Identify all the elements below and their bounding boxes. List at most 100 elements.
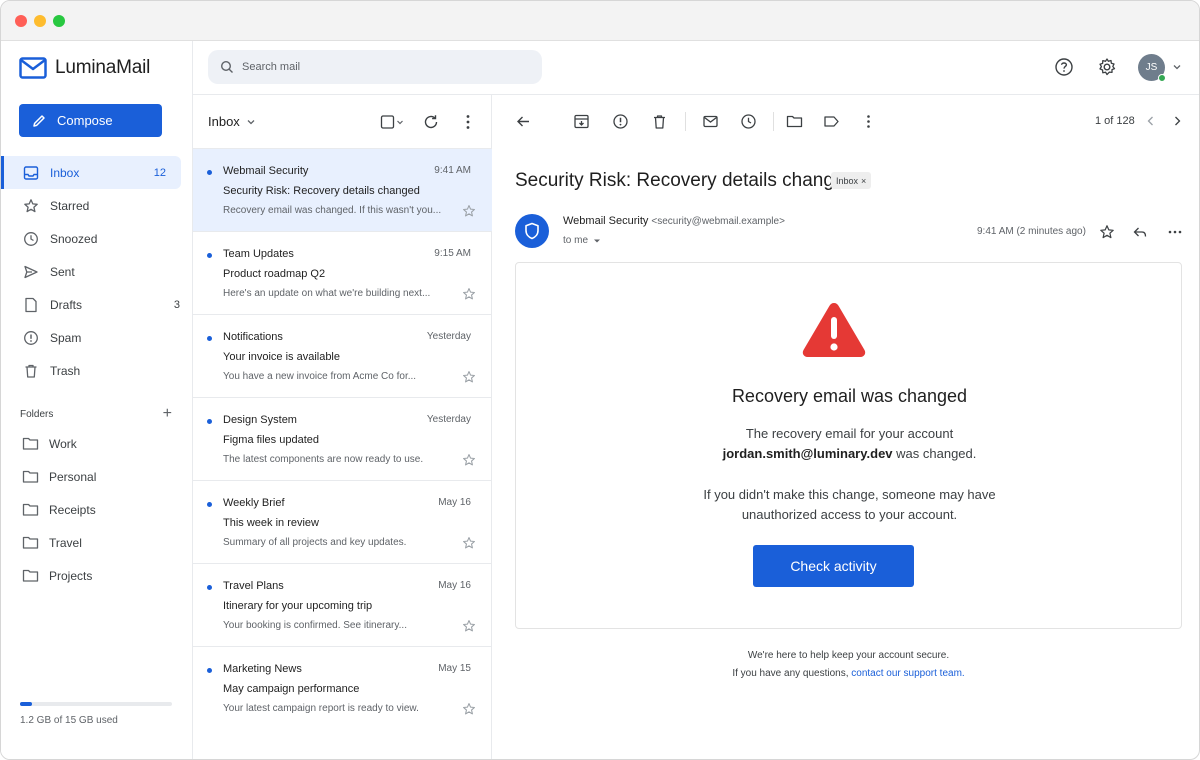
message-sender: Webmail Security [223,165,309,177]
sidebar-item-sent[interactable]: Sent [1,255,192,288]
folder-item-work[interactable]: Work [1,427,192,460]
select-all-checkbox[interactable] [379,113,405,131]
star-icon[interactable] [462,536,476,550]
folder-item-travel[interactable]: Travel [1,526,192,559]
unread-dot [207,419,212,424]
sidebar-item-drafts[interactable]: Drafts 3 [1,288,192,321]
gear-icon[interactable] [1097,57,1117,77]
compose-button[interactable]: Compose [19,104,162,137]
mail-window: LuminaMail Compose Inbox 12 Starred Snoo… [0,0,1200,760]
sidebar-item-trash[interactable]: Trash [1,354,192,387]
message-sender: Weekly Brief [223,497,285,509]
sidebar-item-label: Trash [50,363,81,378]
warning-icon [802,303,866,357]
account-email: jordan.smith@luminary.dev [722,446,893,461]
message-row[interactable]: Travel Plans May 16 Itinerary for your u… [193,564,492,647]
shield-icon [525,222,539,240]
mark-unread-icon[interactable] [702,113,719,130]
sender-line: Webmail Security <security@webmail.exampl… [563,215,785,227]
sender-email: <security@webmail.example> [651,216,785,227]
recipient-details-toggle[interactable]: to me [563,235,601,246]
folder-item-receipts[interactable]: Receipts [1,493,192,526]
draft-icon [25,297,37,312]
alert-text-1: The recovery email for your account [745,426,954,441]
unread-dot [207,585,212,590]
check-activity-button[interactable]: Check activity [753,545,914,587]
chevron-right-icon[interactable] [1171,115,1183,127]
add-folder-button[interactable]: + [163,406,172,422]
move-to-folder-icon[interactable] [786,113,803,130]
star-icon[interactable] [462,204,476,218]
more-vertical-icon[interactable] [860,113,877,130]
snooze-icon[interactable] [740,113,757,130]
reply-icon[interactable] [1132,224,1148,240]
sidebar-item-starred[interactable]: Starred [1,189,192,222]
message-subject: Security Risk: Recovery details changed [223,185,420,197]
sidebar-item-label: Inbox [50,165,80,180]
message-row[interactable]: Weekly Brief May 16 This week in review … [193,481,492,564]
help-icon[interactable] [1054,57,1074,77]
unread-dot [207,336,212,341]
more-horizontal-icon[interactable] [1167,224,1183,240]
user-initials: JS [1145,62,1158,73]
message-time: 9:41 AM [434,165,471,176]
alert-warning-text: If you didn't make this change, someone … [516,485,1183,525]
folder-item-personal[interactable]: Personal [1,460,192,493]
storage-bar [20,702,172,706]
search-input[interactable] [242,61,522,73]
sidebar-item-label: Snoozed [50,231,98,246]
title-bar [1,1,1199,41]
unread-dot [207,253,212,258]
folder-item-projects[interactable]: Projects [1,559,192,592]
folder-label: Projects [49,568,93,583]
message-time: May 16 [438,580,471,591]
folder-icon [22,437,39,450]
compose-label: Compose [57,113,113,128]
message-row[interactable]: Design System Yesterday Figma files upda… [193,398,492,481]
report-spam-icon[interactable] [612,113,629,130]
refresh-icon[interactable] [422,113,440,131]
star-icon[interactable] [462,287,476,301]
sidebar-item-spam[interactable]: Spam [1,321,192,354]
contact-support-link[interactable]: contact our support team. [851,668,964,679]
star-icon[interactable] [462,370,476,384]
toolbar-separator [773,112,774,131]
star-icon[interactable] [1099,224,1115,240]
folder-icon [22,569,39,582]
label-icon[interactable] [823,113,840,130]
message-preview: The latest components are now ready to u… [223,454,424,465]
back-arrow-icon[interactable] [515,113,532,130]
mailbox-selector[interactable]: Inbox [208,114,256,129]
sidebar-item-label: Drafts [50,297,83,312]
message-subject: May campaign performance [223,683,360,695]
user-avatar[interactable]: JS [1138,54,1166,82]
footer-text-2: If you have any questions, [732,668,852,679]
star-icon[interactable] [462,619,476,633]
chevron-down-icon[interactable] [1172,62,1182,72]
message-row[interactable]: Notifications Yesterday Your invoice is … [193,315,492,398]
more-vertical-icon[interactable] [459,113,477,131]
archive-icon[interactable] [573,113,590,130]
app-logo[interactable]: LuminaMail [19,55,150,81]
sidebar-item-snoozed[interactable]: Snoozed [1,222,192,255]
message-subject: Figma files updated [223,434,319,446]
unread-dot [207,502,212,507]
message-row[interactable]: Webmail Security 9:41 AM Security Risk: … [193,149,492,232]
folder-label: Work [49,436,77,451]
message-preview: You have a new invoice from Acme Co for.… [223,371,417,382]
message-row[interactable]: Marketing News May 15 May campaign perfo… [193,647,492,730]
caret-down-icon [594,239,601,242]
star-icon[interactable] [462,702,476,716]
message-row[interactable]: Team Updates 9:15 AM Product roadmap Q2 … [193,232,492,315]
zoom-window-button[interactable] [53,15,65,27]
remove-label-button[interactable]: × [861,176,866,186]
close-window-button[interactable] [15,15,27,27]
chevron-left-icon[interactable] [1145,115,1157,127]
inbox-label-chip[interactable]: Inbox × [831,172,872,189]
sidebar-item-inbox[interactable]: Inbox 12 [1,156,181,189]
search-bar[interactable] [208,50,542,84]
star-icon[interactable] [462,453,476,467]
minimize-window-button[interactable] [34,15,46,27]
delete-icon[interactable] [651,113,668,130]
message-preview: Your latest campaign report is ready to … [223,703,419,714]
